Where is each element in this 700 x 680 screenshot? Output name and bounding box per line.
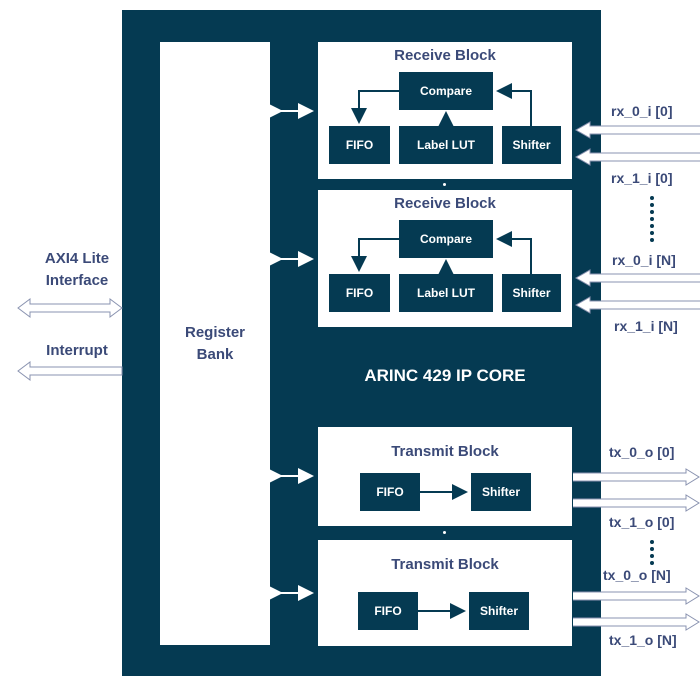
tx-arrow — [573, 494, 700, 512]
rx1-internal-arrows — [351, 83, 532, 127]
rx-arrow — [574, 121, 700, 139]
axi4-bidirectional-arrow — [17, 298, 123, 318]
tx-arrow — [573, 468, 700, 486]
connection-arrows — [17, 83, 700, 631]
rx-arrow — [574, 296, 700, 314]
tx-internal-arrows — [418, 484, 468, 619]
rx-arrow — [574, 148, 700, 166]
tx-arrow — [573, 613, 700, 631]
tx-output-arrows — [573, 468, 700, 631]
rx-input-arrows — [574, 121, 700, 314]
tx-arrow — [573, 587, 700, 605]
rx-arrow — [574, 269, 700, 287]
interrupt-arrow — [17, 361, 123, 381]
rx2-internal-arrows — [351, 231, 532, 275]
